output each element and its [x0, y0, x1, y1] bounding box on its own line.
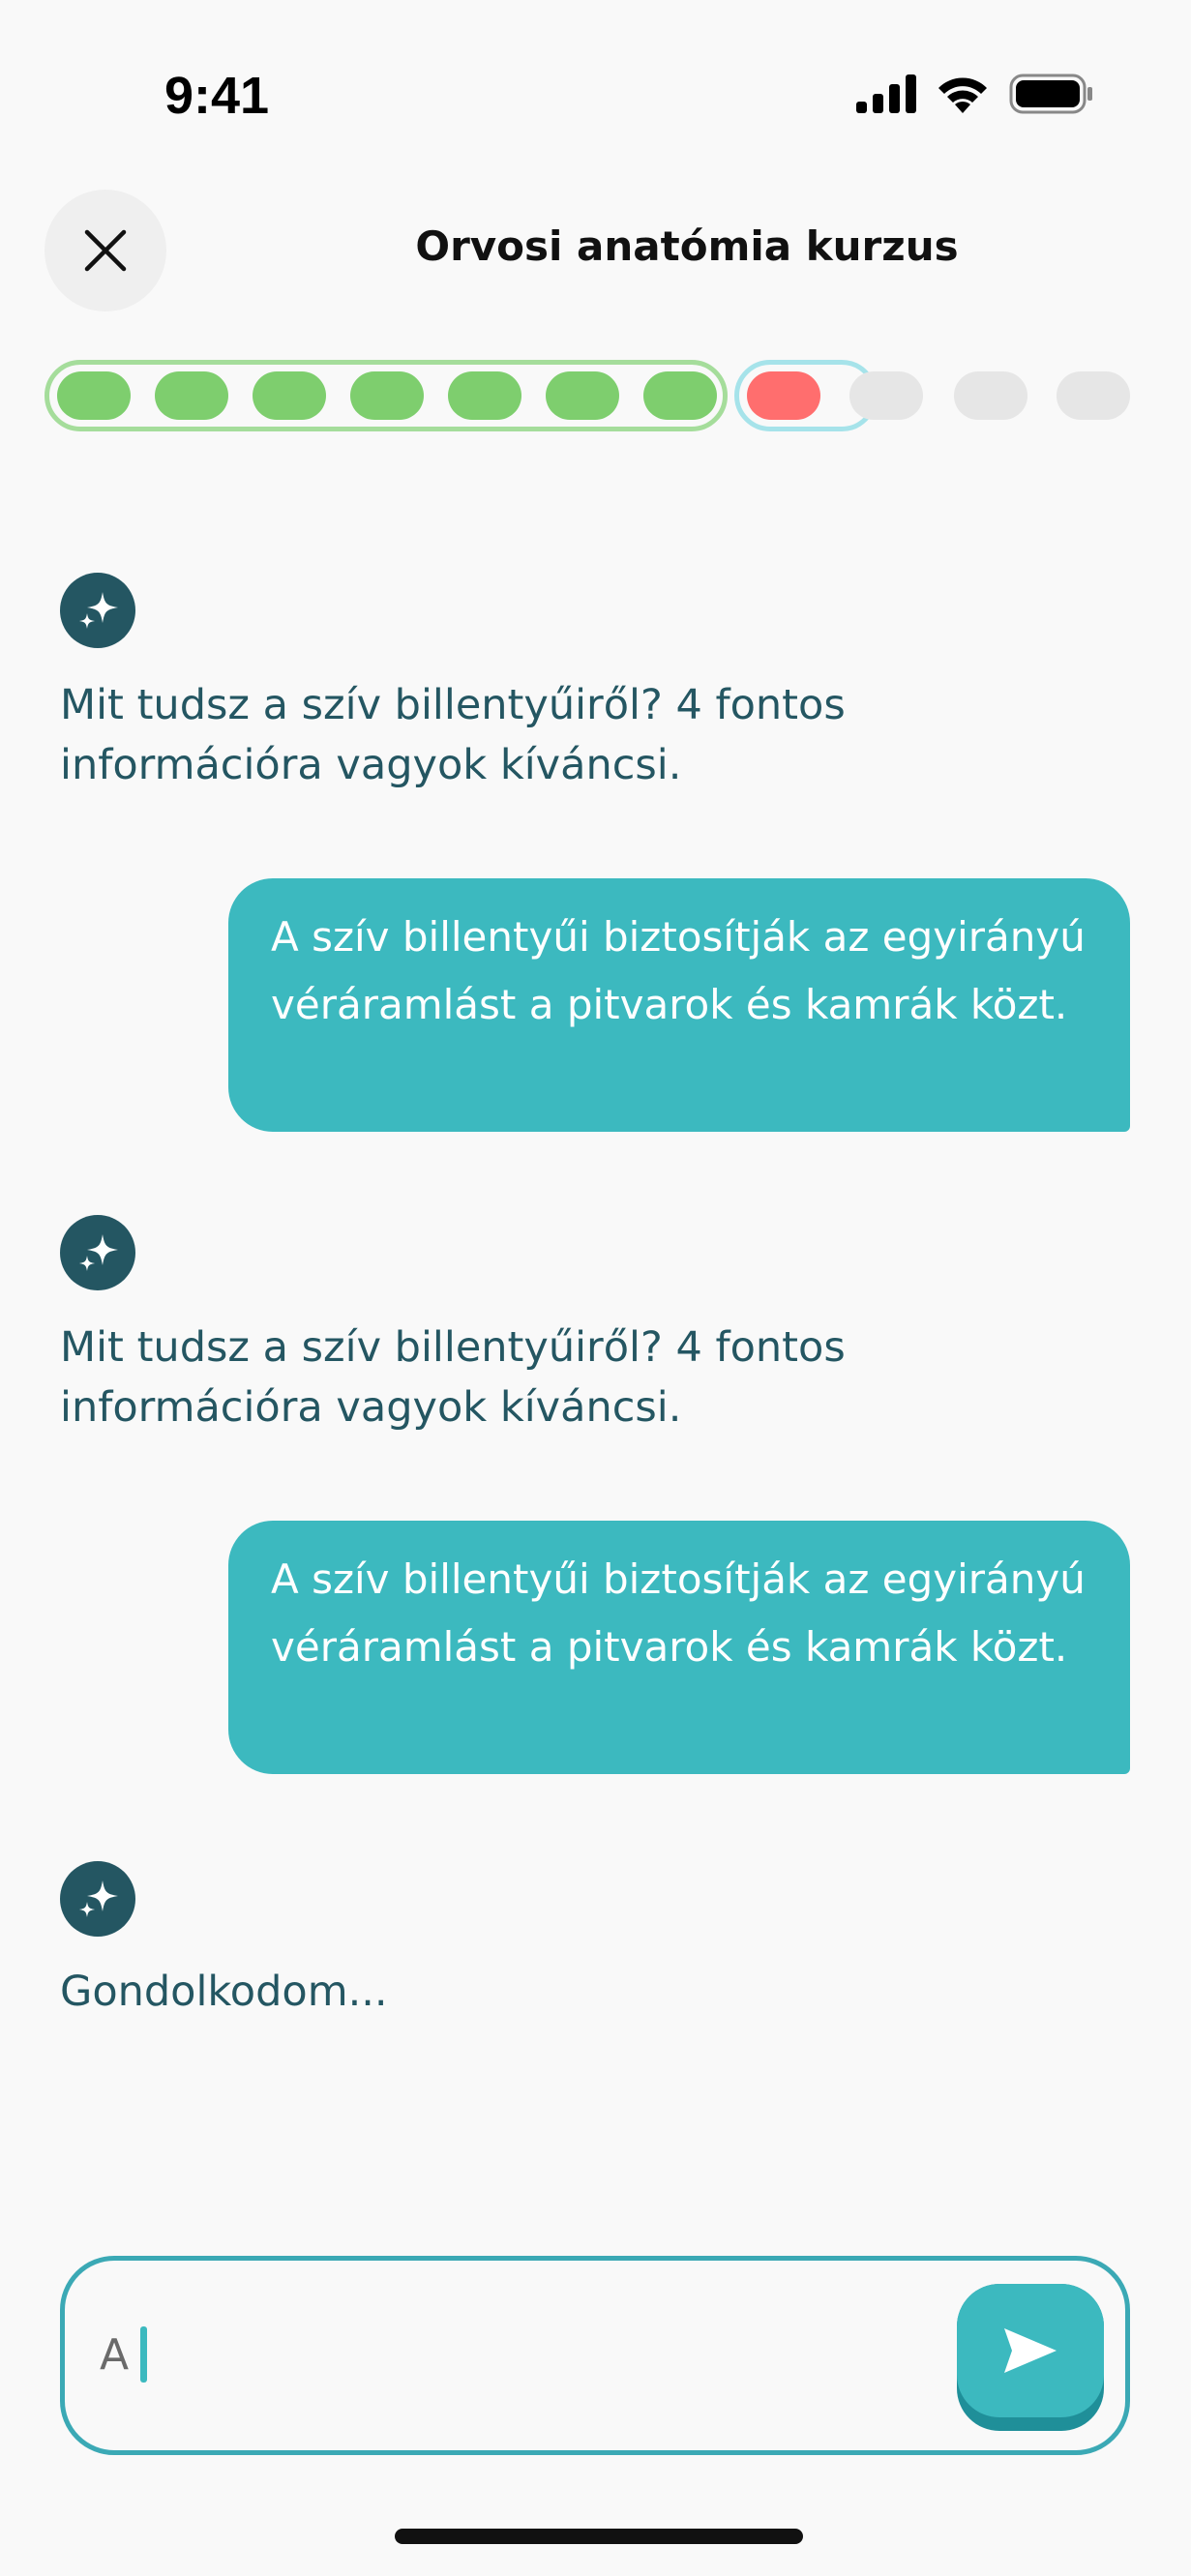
sparkle-icon [79, 592, 118, 629]
home-indicator [395, 2529, 803, 2544]
bot-message: Mit tudsz a szív billentyűiről? 4 fontos… [60, 681, 846, 789]
progress-completed-group [45, 360, 728, 431]
progress-step-todo [849, 371, 923, 420]
bot-avatar [60, 1861, 135, 1937]
send-button-face [957, 2284, 1104, 2417]
bot-thinking-message: Gondolkodom... [60, 1968, 388, 2016]
progress-step-done [253, 371, 326, 420]
progress-step-done [57, 371, 131, 420]
status-icons [856, 74, 1094, 114]
progress-step-done [643, 371, 717, 420]
progress-step-current [747, 371, 820, 420]
text-caret [140, 2326, 148, 2383]
close-icon [84, 229, 127, 272]
user-message: A szív billentyűi biztosítják az egyirán… [228, 878, 1130, 1132]
page-title: Orvosi anatómia kurzus [415, 222, 959, 270]
send-button[interactable] [957, 2284, 1104, 2431]
send-icon [1004, 2328, 1057, 2373]
progress-step-todo [954, 371, 1027, 420]
progress-step-done [448, 371, 521, 420]
cellular-signal-icon [856, 74, 916, 113]
progress-step-done [546, 371, 619, 420]
message-input-field[interactable]: A [100, 2326, 148, 2383]
bot-message: Mit tudsz a szív billentyűiről? 4 fontos… [60, 1323, 846, 1432]
battery-icon [1009, 74, 1092, 114]
sparkle-icon [79, 1880, 118, 1917]
wifi-icon [938, 77, 987, 113]
close-button[interactable] [45, 190, 166, 311]
progress-step-done [155, 371, 228, 420]
lesson-progress [45, 360, 1133, 431]
message-input[interactable]: A [60, 2256, 1130, 2455]
progress-step-todo [1057, 371, 1130, 420]
bot-avatar [60, 573, 135, 648]
sparkle-icon [79, 1234, 118, 1271]
user-message: A szív billentyűi biztosítják az egyirán… [228, 1521, 1130, 1774]
bot-avatar [60, 1215, 135, 1290]
status-bar: 9:41 [0, 0, 1191, 193]
message-input-value: A [100, 2329, 130, 2380]
status-time: 9:41 [164, 67, 270, 125]
progress-step-done [350, 371, 424, 420]
